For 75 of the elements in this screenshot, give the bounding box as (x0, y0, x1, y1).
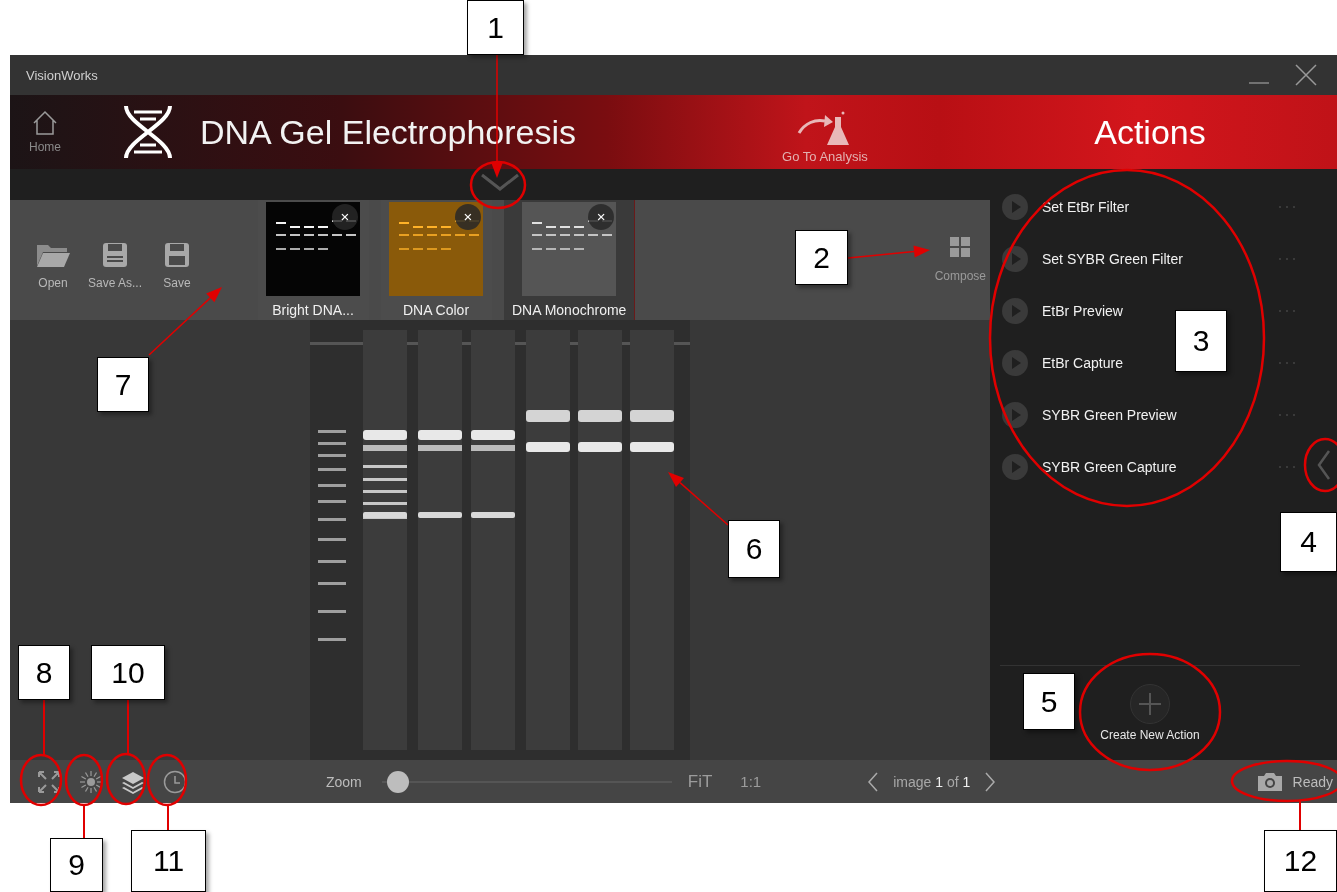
create-action-label: Create New Action (1100, 728, 1200, 742)
home-icon (32, 110, 58, 136)
play-icon (1002, 298, 1028, 324)
play-icon (1002, 194, 1028, 220)
zoom-label: Zoom (326, 773, 362, 790)
open-button[interactable]: Open (22, 242, 84, 290)
action-label: EtBr Capture (1042, 355, 1124, 371)
action-label: EtBr Preview (1042, 303, 1124, 319)
window-title: VisionWorks (26, 67, 99, 83)
chevron-left-icon (867, 771, 880, 792)
annotation-ellipse (64, 753, 104, 807)
callout-number: 1 (467, 0, 524, 55)
collapse-panel-button[interactable] (1316, 449, 1331, 481)
play-button[interactable] (1002, 402, 1028, 428)
annotation-ellipse (146, 753, 188, 807)
minimize-icon (1249, 82, 1269, 84)
actual-size-button[interactable]: 1:1 (734, 772, 768, 791)
annotation-ellipse (19, 753, 63, 807)
save-as-button[interactable]: Save As... (84, 242, 146, 290)
close-icon (1295, 64, 1317, 86)
go-to-analysis-button[interactable]: Go To Analysis (760, 99, 890, 165)
image-thumbnail[interactable]: × DNA Monochrome (504, 200, 636, 320)
next-image-button[interactable] (984, 771, 997, 792)
expand-arrows-icon (37, 769, 61, 794)
leader-line (43, 699, 45, 756)
thumbnail-caption: Bright DNA... (272, 302, 354, 318)
leader-line (1299, 800, 1301, 831)
callout-number: 11 (131, 830, 206, 892)
callout-number: 5 (1023, 673, 1075, 730)
leader-line (167, 804, 169, 831)
layers-icon (121, 769, 145, 794)
save-button[interactable]: Save (146, 242, 208, 290)
action-label: SYBR Green Capture (1042, 459, 1178, 475)
plus-icon (1139, 693, 1161, 715)
app-title: DNA Gel Electrophoresis (200, 112, 577, 152)
thumbnail-caption: DNA Monochrome (512, 302, 627, 318)
action-label: Set SYBR Green Filter (1042, 251, 1184, 267)
play-button[interactable] (1002, 246, 1028, 272)
chevron-left-icon (1316, 449, 1331, 481)
action-label: SYBR Green Preview (1042, 407, 1178, 423)
leader-line (127, 699, 129, 756)
callout-number: 9 (50, 838, 103, 892)
play-icon (1002, 246, 1028, 272)
callout-number: 2 (795, 230, 848, 285)
compose-button[interactable]: Compose (934, 237, 986, 283)
play-icon (1002, 350, 1028, 376)
callout-number: 12 (1264, 830, 1337, 892)
clock-icon (163, 769, 187, 794)
callout-number: 3 (1175, 310, 1227, 372)
callout-number: 8 (18, 645, 70, 700)
actions-title: Actions (1093, 112, 1207, 152)
page-indicator: image 1 of 1 (893, 773, 971, 790)
camera-icon[interactable] (1256, 771, 1283, 792)
grid-icon (950, 237, 971, 257)
home-button[interactable]: Home (10, 110, 80, 154)
slider-thumb[interactable] (387, 770, 410, 793)
folder-icon (36, 242, 70, 268)
chevron-right-icon (984, 771, 997, 792)
annotation-ellipse (105, 752, 147, 806)
status-text: Ready (1292, 773, 1333, 790)
thumbnail-caption: DNA Color (402, 302, 470, 318)
callout-number: 7 (97, 357, 149, 412)
previous-image-button[interactable] (867, 771, 880, 792)
annotation-arrow (668, 472, 729, 526)
play-icon (1002, 454, 1028, 480)
zoom-slider[interactable] (381, 770, 672, 793)
callout-number: 6 (728, 520, 780, 578)
play-icon (1002, 402, 1028, 428)
leader-line (83, 804, 85, 839)
add-action-button[interactable] (1130, 684, 1170, 724)
callout-number: 10 (91, 645, 165, 700)
fit-button[interactable]: FiT (681, 770, 719, 793)
annotation-ellipse (469, 160, 527, 210)
sun-icon (79, 769, 103, 794)
callout-number: 4 (1280, 512, 1337, 572)
